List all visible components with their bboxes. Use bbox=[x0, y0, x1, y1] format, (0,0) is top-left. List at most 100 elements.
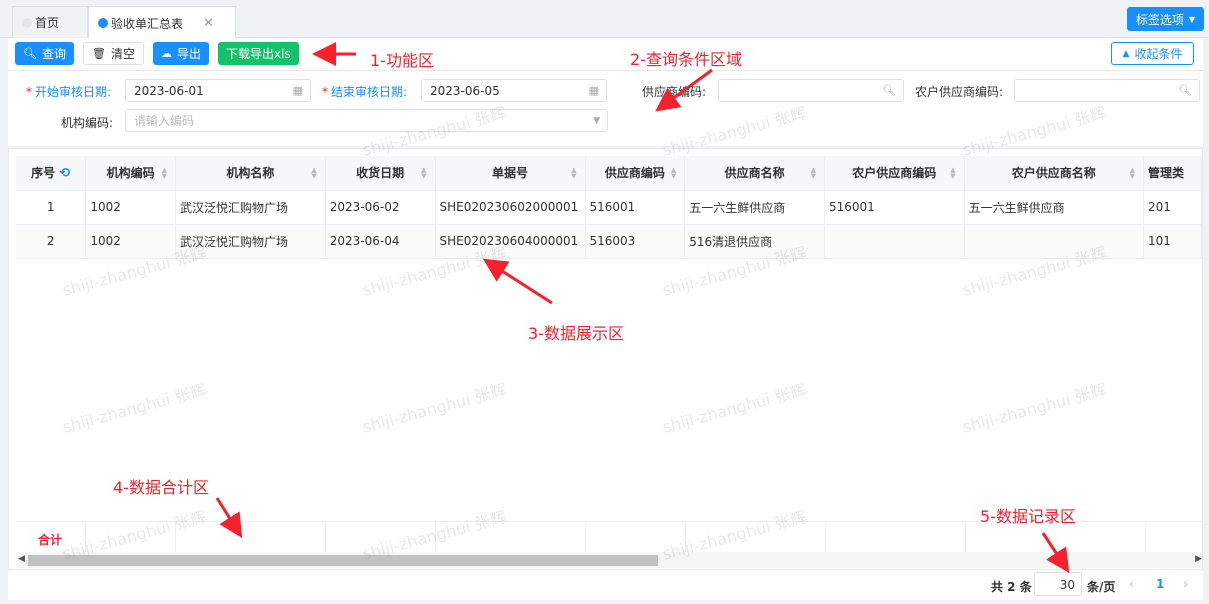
export-button[interactable]: ☁ 导出 bbox=[152, 42, 209, 65]
calendar-icon: ▦ bbox=[292, 84, 303, 97]
toolbar: 🔍︎ 查询 🗑︎ 清空 ☁ 导出 下载导出xls bbox=[15, 42, 299, 65]
end-date-value: 2023-06-05 bbox=[430, 83, 500, 98]
column-header[interactable]: 供应商名称 ▲ ▼ bbox=[684, 156, 825, 191]
table-cell: SHE020230602000001 bbox=[435, 190, 586, 225]
collapse-label: 收起条件 bbox=[1134, 47, 1183, 61]
table-cell bbox=[824, 224, 965, 259]
table-cell: 516清退供应商 bbox=[684, 224, 825, 259]
table-cell: 武汉泛悦汇购物广场 bbox=[175, 190, 326, 225]
column-header[interactable]: 收货日期 ▲ ▼ bbox=[325, 156, 436, 191]
download-xls-button[interactable]: 下载导出xls bbox=[217, 42, 299, 65]
table-cell: 101 bbox=[1143, 224, 1202, 259]
search-icon[interactable]: 🔍︎ bbox=[1178, 84, 1192, 97]
download-xls-label: 下载导出xls bbox=[225, 47, 291, 61]
annotation-summary-area: 4-数据合计区 bbox=[113, 478, 209, 497]
table-header-row: 序号 ⟲ 机构编码 ▲ ▼ 机构名称 ▲ ▼ 收货日期 ▲ ▼ 单据号 ▲ ▼ 供应商编码 ▲ ▼ … bbox=[16, 156, 1202, 191]
divider bbox=[8, 70, 1203, 71]
close-icon[interactable]: ✕ bbox=[203, 16, 214, 31]
table-cell: 2023-06-02 bbox=[325, 190, 436, 225]
calendar-icon: ▦ bbox=[588, 84, 599, 97]
total-count: 共 2 条 bbox=[991, 580, 1032, 594]
export-label: 导出 bbox=[176, 47, 201, 61]
column-header[interactable]: 机构名称 ▲ ▼ bbox=[175, 156, 326, 191]
trash-icon: 🗑︎ bbox=[91, 47, 106, 60]
tab-dot-icon bbox=[22, 18, 32, 28]
collapse-conditions-button[interactable]: ▲ 收起条件 bbox=[1111, 42, 1194, 65]
start-date-input[interactable]: 2023-06-01 ▦ bbox=[125, 79, 311, 102]
sort-icon: ▲ ▼ bbox=[421, 166, 427, 180]
org-code-label: 机构编码: bbox=[61, 116, 114, 130]
table-cell: 五一六生鲜供应商 bbox=[964, 190, 1145, 225]
query-button[interactable]: 🔍︎ 查询 bbox=[15, 42, 74, 65]
tab-home[interactable]: 首页 bbox=[12, 6, 88, 38]
tab-bar: 首页 验收单汇总表 ✕ 标签选项 ▼ bbox=[0, 0, 1209, 39]
column-header[interactable]: 农户供应商名称 ▲ ▼ bbox=[964, 156, 1145, 191]
table-row[interactable]: 1 1002 武汉泛悦汇购物广场 2023-06-02 SHE020230602… bbox=[16, 190, 1202, 225]
sort-icon: ▲ ▼ bbox=[1129, 166, 1135, 180]
table-cell: 516003 bbox=[585, 224, 686, 259]
annotation-record-area: 5-数据记录区 bbox=[980, 507, 1076, 526]
caret-down-icon: ▼ bbox=[1188, 14, 1196, 24]
clear-button[interactable]: 🗑︎ 清空 bbox=[82, 42, 144, 65]
next-page-icon[interactable]: › bbox=[1183, 577, 1188, 591]
pagination: 共 2 条 30 条/页 ‹ 1 › bbox=[8, 570, 1203, 600]
table-cell: 201 bbox=[1143, 190, 1202, 225]
sort-icon: ▲ ▼ bbox=[161, 166, 168, 180]
annotation-query-area: 2-查询条件区域 bbox=[630, 50, 742, 69]
table-cell bbox=[964, 224, 1145, 259]
query-panel: 🔍︎ 查询 🗑︎ 清空 ☁ 导出 下载导出xls ▲ 收起条件 * 开始审核日期:… bbox=[8, 38, 1203, 146]
org-code-select[interactable]: 请输入编码 ▼ bbox=[125, 109, 608, 132]
table-cell: 1002 bbox=[85, 224, 177, 259]
sort-icon: ▲ ▼ bbox=[571, 166, 577, 180]
tab-dot-icon bbox=[98, 18, 108, 28]
sort-icon: ▲ ▼ bbox=[670, 166, 677, 180]
search-icon: 🔍︎ bbox=[23, 47, 37, 60]
column-header-index: 序号 ⟲ bbox=[16, 156, 87, 191]
org-code-placeholder: 请输入编码 bbox=[134, 114, 195, 128]
end-date-label: * 结束审核日期: bbox=[322, 85, 408, 99]
table-cell: 516001 bbox=[824, 190, 965, 225]
caret-down-icon: ▼ bbox=[593, 116, 600, 126]
table-cell: 2023-06-04 bbox=[325, 224, 436, 259]
annotation-function-area: 1-功能区 bbox=[370, 51, 434, 70]
end-date-input[interactable]: 2023-06-05 ▦ bbox=[421, 79, 607, 102]
page-number[interactable]: 1 bbox=[1156, 577, 1164, 591]
scroll-left-icon[interactable]: ◀ bbox=[18, 554, 25, 564]
table-cell: SHE020230604000001 bbox=[435, 224, 586, 259]
search-icon[interactable]: 🔍︎ bbox=[882, 84, 896, 97]
table-cell: 2 bbox=[16, 224, 87, 259]
tab-acceptance-summary[interactable]: 验收单汇总表 ✕ bbox=[88, 6, 236, 39]
scrollbar-thumb[interactable] bbox=[28, 555, 658, 566]
page-size-unit: 条/页 bbox=[1087, 580, 1116, 594]
table-row[interactable]: 2 1002 武汉泛悦汇购物广场 2023-06-04 SHE020230604… bbox=[16, 224, 1202, 259]
summary-label: 合计 bbox=[38, 533, 63, 547]
column-header[interactable]: 管理类 bbox=[1143, 156, 1202, 191]
prev-page-icon[interactable]: ‹ bbox=[1129, 577, 1134, 591]
tag-options-dropdown[interactable]: 标签选项 ▼ bbox=[1127, 7, 1204, 31]
start-date-value: 2023-06-01 bbox=[134, 83, 204, 98]
chevron-up-icon: ▲ bbox=[1122, 48, 1130, 59]
table-cell: 五一六生鲜供应商 bbox=[684, 190, 825, 225]
annotation-data-area: 3-数据展示区 bbox=[528, 324, 624, 343]
clear-label: 清空 bbox=[110, 47, 135, 61]
column-header[interactable]: 机构编码 ▲ ▼ bbox=[85, 156, 177, 191]
sort-icon: ▲ ▼ bbox=[950, 166, 956, 180]
column-header[interactable]: 农户供应商编码 ▲ ▼ bbox=[824, 156, 965, 191]
table-cell: 武汉泛悦汇购物广场 bbox=[175, 224, 326, 259]
column-header[interactable]: 单据号 ▲ ▼ bbox=[435, 156, 586, 191]
data-table: 序号 ⟲ 机构编码 ▲ ▼ 机构名称 ▲ ▼ 收货日期 ▲ ▼ 单据号 ▲ ▼ 供应商编码 ▲ ▼ … bbox=[16, 156, 1202, 259]
tag-options-label: 标签选项 bbox=[1135, 12, 1184, 27]
column-header[interactable]: 供应商编码 ▲ ▼ bbox=[585, 156, 686, 191]
table-cell: 516001 bbox=[585, 190, 686, 225]
tab-label: 验收单汇总表 bbox=[111, 16, 184, 31]
supplier-code-input[interactable]: 🔍︎ bbox=[718, 79, 904, 102]
supplier-code-label: 供应商编码: bbox=[642, 85, 707, 99]
refresh-icon[interactable]: ⟲ bbox=[59, 166, 70, 181]
page-size-input[interactable]: 30 bbox=[1034, 572, 1082, 596]
farmer-supplier-code-input[interactable]: 🔍︎ bbox=[1014, 79, 1200, 102]
table-cell: 1002 bbox=[85, 190, 177, 225]
start-date-label: * 开始审核日期: bbox=[26, 85, 112, 99]
horizontal-scrollbar[interactable]: ◀ ▶ bbox=[16, 552, 1202, 568]
scroll-right-icon[interactable]: ▶ bbox=[1195, 554, 1202, 564]
cloud-upload-icon: ☁ bbox=[160, 47, 172, 60]
